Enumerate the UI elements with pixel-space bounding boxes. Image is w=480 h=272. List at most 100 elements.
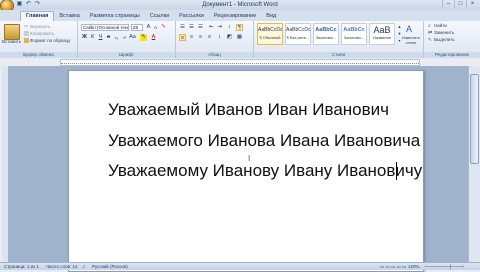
sort-icon[interactable]: ↕ — [226, 24, 233, 31]
bullets-icon[interactable]: ☰ — [179, 24, 186, 31]
italic-icon[interactable]: К — [89, 34, 96, 41]
document-line-1[interactable]: Уважаемый Иванов Иван Иванович — [108, 100, 389, 120]
style-preview: AaBbCc — [343, 27, 365, 33]
line-spacing-icon[interactable]: ↕ — [216, 34, 223, 41]
align-center-icon[interactable]: ≡ — [188, 34, 195, 41]
format-painter-button[interactable]: Формат по образцу — [24, 38, 70, 44]
tab-mailings[interactable]: Рассылки — [174, 12, 209, 21]
copy-label: Копировать — [30, 31, 55, 36]
clipboard-group: Вставить ✂ Вырезать Копировать Формат по … — [0, 21, 78, 58]
minimize-button[interactable]: – — [442, 0, 454, 8]
align-right-icon[interactable]: ≡ — [197, 34, 204, 41]
tab-view[interactable]: Вид — [261, 12, 281, 21]
find-label: Найти — [434, 23, 447, 28]
borders-icon[interactable]: ▦ — [236, 34, 243, 41]
styles-group-label: Стили — [254, 52, 423, 58]
style-name: Заголово... — [315, 35, 337, 40]
decrease-indent-icon[interactable]: ⇤ — [208, 24, 215, 31]
style-preview: AaBbCcDc — [258, 27, 283, 33]
numbering-icon[interactable]: ☰ — [188, 24, 195, 31]
tab-page-layout[interactable]: Разметка страницы — [85, 12, 145, 21]
font-name-select[interactable]: Calibri (Основной текст) — [81, 24, 129, 31]
pilcrow-icon[interactable]: ¶ — [236, 24, 243, 31]
copy-icon — [24, 31, 29, 37]
scissors-icon: ✂ — [24, 24, 29, 31]
style-heading-2[interactable]: AaBbCc Заголово... — [341, 23, 367, 45]
tab-references[interactable]: Ссылки — [145, 12, 174, 21]
font-size-select[interactable]: 28 — [131, 24, 143, 31]
grow-font-icon[interactable]: A — [145, 24, 152, 31]
style-preview: AaBbCc — [315, 27, 337, 33]
replace-button[interactable]: ⇄ Заменить — [428, 30, 454, 36]
language-indicator[interactable]: Русский (Россия) — [92, 263, 128, 270]
vertical-ruler — [2, 66, 8, 262]
zoom-slider[interactable]: –───────┼───+ — [424, 263, 474, 270]
subscript-icon[interactable]: x₂ — [113, 34, 120, 41]
style-name: ¶ Обычный — [259, 35, 281, 40]
find-button[interactable]: ⌕ Найти — [428, 23, 447, 29]
multilevel-list-icon[interactable]: ☰ — [197, 24, 204, 31]
horizontal-ruler[interactable] — [60, 59, 420, 66]
styles-scroll-up-icon[interactable]: ▲ — [396, 23, 403, 30]
document-line-2[interactable]: Уважаемого Иванова Ивана Ивановича — [108, 131, 420, 151]
paste-icon[interactable] — [4, 24, 20, 40]
superscript-icon[interactable]: x² — [121, 34, 128, 41]
change-case-icon[interactable]: Aa — [129, 34, 136, 41]
tab-home[interactable]: Главная — [20, 11, 55, 21]
paste-button[interactable]: Вставить — [2, 39, 21, 45]
ibeam-cursor-icon: I — [248, 154, 251, 163]
shading-icon[interactable]: ◩ — [226, 34, 233, 41]
highlight-icon[interactable]: ✎ — [140, 34, 147, 41]
change-styles-icon[interactable]: A — [404, 24, 414, 34]
align-left-icon[interactable]: ≡ — [179, 34, 186, 41]
replace-label: Заменить — [434, 30, 455, 35]
underline-icon[interactable]: Ч — [97, 34, 104, 41]
styles-group: AaBbCcDc ¶ Обычный AaBbCcDc ¶ Без инте..… — [254, 21, 424, 58]
cursor-icon: ↖ — [428, 37, 433, 44]
select-button[interactable]: ↖ Выделить — [428, 37, 455, 43]
spellcheck-icon[interactable]: ✓ — [82, 263, 86, 270]
font-color-icon[interactable]: A — [150, 34, 157, 41]
scrollbar-thumb[interactable] — [470, 74, 479, 164]
font-group-label: Шрифт — [78, 52, 175, 58]
text-caret — [396, 162, 397, 180]
clear-format-icon[interactable]: ✎ — [160, 24, 167, 31]
window-title: Документ1 - Microsoft Word — [202, 2, 278, 8]
close-button[interactable]: × — [466, 0, 478, 8]
clipboard-group-label: Буфер обмена — [0, 52, 77, 58]
binoculars-icon: ⌕ — [428, 23, 431, 30]
bold-icon[interactable]: Ж — [81, 34, 88, 41]
maximize-button[interactable]: □ — [454, 0, 466, 8]
font-group: Calibri (Основной текст) 28 A A ✎ Ж К Ч … — [78, 21, 176, 58]
change-styles-button[interactable]: Изменить стили — [400, 35, 422, 45]
style-preview: AaB — [373, 25, 391, 35]
editing-group: ⌕ Найти ⇄ Заменить ↖ Выделить Редактировани… — [424, 21, 480, 58]
shrink-font-icon[interactable]: A — [152, 24, 159, 31]
style-heading-1[interactable]: AaBbCc Заголово... — [313, 23, 339, 45]
page-count[interactable]: Страница: 1 из 1 — [4, 263, 39, 270]
style-normal[interactable]: AaBbCcDc ¶ Обычный — [257, 23, 283, 45]
editing-group-label: Редактирование — [424, 52, 480, 58]
format-painter-label: Формат по образцу — [30, 38, 71, 43]
word-count[interactable]: Число слов: 12 — [46, 263, 78, 270]
copy-button[interactable]: Копировать — [24, 31, 54, 37]
style-name: Название — [373, 35, 391, 40]
brush-icon — [24, 38, 29, 44]
tab-review[interactable]: Рецензирование — [209, 12, 261, 21]
cut-label: Вырезать — [30, 24, 51, 29]
cut-button[interactable]: ✂ Вырезать — [24, 24, 50, 30]
view-buttons[interactable]: ▭ ▭ ▭ ▭ ▭ — [380, 263, 406, 270]
style-no-spacing[interactable]: AaBbCcDc ¶ Без инте... — [285, 23, 311, 45]
tab-insert[interactable]: Вставка — [54, 12, 84, 21]
ribbon: Вставить ✂ Вырезать Копировать Формат по … — [0, 21, 480, 58]
replace-icon: ⇄ — [428, 30, 433, 37]
document-line-3[interactable]: Уважаемому Иванову Ивану Ивановичу — [108, 161, 422, 181]
strikethrough-icon[interactable]: a — [105, 34, 112, 41]
style-name: Заголово... — [343, 35, 365, 40]
justify-icon[interactable]: ≡ — [206, 34, 213, 41]
increase-indent-icon[interactable]: ⇥ — [216, 24, 223, 31]
window-controls: – □ × — [442, 0, 478, 8]
style-title[interactable]: AaB Название — [369, 23, 395, 45]
zoom-level[interactable]: 120% — [408, 263, 420, 270]
paragraph-group-label: Абзац — [176, 52, 253, 58]
